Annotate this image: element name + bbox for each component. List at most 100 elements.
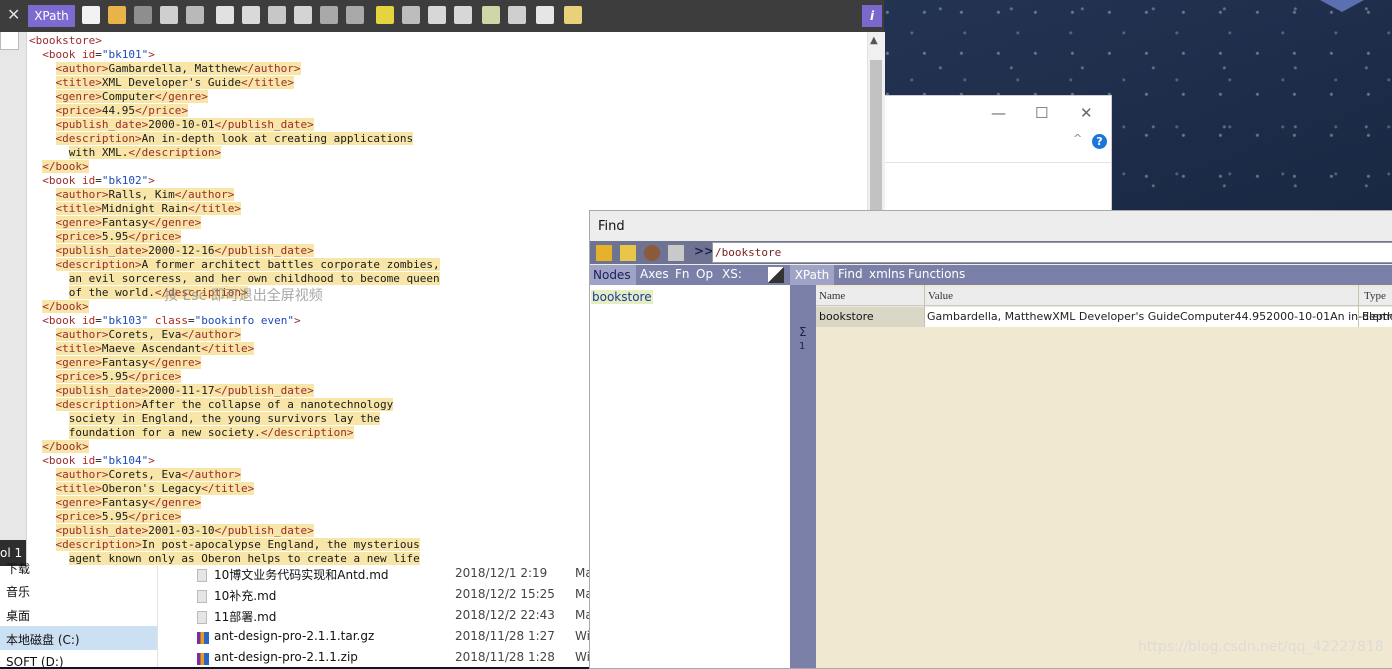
edit-icon[interactable] (564, 6, 582, 24)
code-line[interactable]: an evil sorceress, and her own childhood… (29, 272, 440, 286)
help-icon[interactable]: ? (1092, 134, 1107, 149)
scroll-thumb[interactable] (870, 60, 882, 220)
code-line[interactable]: <book id="bk101"> (29, 48, 155, 62)
code-line[interactable]: <price>5.95</price> (29, 510, 182, 524)
code-line[interactable]: <publish_date>2000-10-01</publish_date> (29, 118, 314, 132)
code-line[interactable]: <author>Gambardella, Matthew</author> (29, 62, 301, 76)
outdent-icon[interactable] (428, 6, 446, 24)
code-line[interactable]: </book> (29, 440, 89, 454)
code-line[interactable]: <book id="bk104"> (29, 454, 155, 468)
file-name[interactable]: ant-design-pro-2.1.1.zip (214, 650, 358, 664)
format-icon[interactable] (482, 6, 500, 24)
tab-axes[interactable]: Axes (640, 267, 669, 281)
edit-icon[interactable] (768, 267, 784, 283)
file-date[interactable]: 2018/12/2 22:43 (455, 608, 555, 622)
code-line[interactable]: <bookstore> (29, 34, 102, 48)
close-icon[interactable]: ✕ (7, 5, 20, 24)
save-as-icon[interactable] (160, 6, 178, 24)
wand-icon[interactable] (596, 245, 612, 261)
code-line[interactable]: <title>Midnight Rain</title> (29, 202, 241, 216)
file-name[interactable]: 11部署.md (214, 608, 276, 625)
info-icon[interactable]: i (862, 5, 882, 27)
nav-item-local-disk-c[interactable]: 本地磁盘 (C:) (6, 631, 80, 648)
code-line[interactable]: </book> (29, 300, 89, 314)
paste-icon[interactable] (268, 6, 286, 24)
file-name[interactable]: 10补充.md (214, 587, 276, 604)
code-line[interactable]: <author>Corets, Eva</author> (29, 468, 241, 482)
copy-icon[interactable] (242, 6, 260, 24)
code-line[interactable]: <publish_date>2000-12-16</publish_date> (29, 244, 314, 258)
code-line[interactable]: <title>Maeve Ascendant</title> (29, 342, 255, 356)
nav-item-music[interactable]: 音乐 (6, 583, 30, 600)
cut-icon[interactable] (216, 6, 234, 24)
code-line[interactable]: <book id="bk103" class="bookinfo even"> (29, 314, 300, 328)
code-line[interactable]: agent known only as Oberon helps to crea… (29, 552, 420, 566)
print-icon[interactable] (186, 6, 204, 24)
maximize-icon[interactable]: ☐ (1035, 104, 1048, 122)
scroll-up-icon[interactable]: ▲ (870, 35, 878, 46)
table-row[interactable]: bookstore Gambardella, MatthewXML Develo… (816, 307, 1392, 327)
code-line[interactable]: <publish_date>2000-11-17</publish_date> (29, 384, 314, 398)
xpath-button[interactable]: XPath (28, 5, 75, 27)
search-icon[interactable] (294, 6, 312, 24)
save-icon[interactable] (134, 6, 152, 24)
code-line[interactable]: <description>A former architect battles … (29, 258, 440, 272)
list-item[interactable]: bookstore (591, 290, 653, 304)
code-line[interactable]: <description>In post-apocalypse England,… (29, 538, 420, 552)
code-line[interactable]: <price>5.95</price> (29, 370, 182, 384)
code-line[interactable]: <genre>Fantasy</genre> (29, 356, 202, 370)
file-date[interactable]: 2018/11/28 1:28 (455, 650, 555, 664)
column-name[interactable]: Name (819, 290, 845, 302)
code-line[interactable]: <book id="bk102"> (29, 174, 155, 188)
star-icon[interactable] (620, 245, 636, 261)
tab-xpath[interactable]: XPath (790, 265, 834, 285)
column-value[interactable]: Value (928, 290, 953, 302)
file-type[interactable]: Wi (575, 650, 590, 664)
file-name[interactable]: 10博文业务代码实现和Antd.md (214, 566, 389, 583)
file-date[interactable]: 2018/11/28 1:27 (455, 629, 555, 643)
nav-item-desktop[interactable]: 桌面 (6, 607, 30, 624)
code-line[interactable]: <author>Corets, Eva</author> (29, 328, 241, 342)
code-line[interactable]: with XML.</description> (29, 146, 222, 160)
list-icon[interactable] (536, 6, 554, 24)
xpath-query-input[interactable]: /bookstore (712, 242, 1392, 263)
tab-fn[interactable]: Fn (675, 267, 690, 281)
tab-xmlns[interactable]: xmlns (869, 267, 905, 281)
code-line[interactable]: </book> (29, 160, 89, 174)
tab-functions[interactable]: Functions (908, 267, 965, 281)
redo-icon[interactable] (346, 6, 364, 24)
bug-icon[interactable] (644, 245, 660, 261)
tag-icon[interactable] (668, 245, 684, 261)
file-date[interactable]: 2018/12/1 2:19 (455, 566, 547, 580)
code-line[interactable]: society in England, the young survivors … (29, 412, 381, 426)
undo-icon[interactable] (320, 6, 338, 24)
bookmark-next-icon[interactable] (402, 6, 420, 24)
tab-op[interactable]: Op (696, 267, 713, 281)
bookmark-icon[interactable] (376, 6, 394, 24)
tab-nodes[interactable]: Nodes (590, 265, 636, 285)
indent-icon[interactable] (454, 6, 472, 24)
code-line[interactable]: <title>XML Developer's Guide</title> (29, 76, 294, 90)
new-file-icon[interactable] (82, 6, 100, 24)
collapse-icon[interactable] (508, 6, 526, 24)
code-line[interactable]: <price>5.95</price> (29, 230, 182, 244)
code-line[interactable]: <author>Ralls, Kim</author> (29, 188, 235, 202)
open-folder-icon[interactable] (108, 6, 126, 24)
code-line[interactable]: <price>44.95</price> (29, 104, 188, 118)
code-line[interactable]: <title>Oberon's Legacy</title> (29, 482, 255, 496)
left-input-box[interactable] (0, 30, 19, 50)
code-line[interactable]: <genre>Fantasy</genre> (29, 216, 202, 230)
column-type[interactable]: Type (1364, 290, 1386, 302)
code-line[interactable]: <description>After the collapse of a nan… (29, 398, 394, 412)
nav-item-downloads[interactable]: 下载 (6, 560, 30, 577)
chevron-up-icon[interactable]: ^ (1073, 132, 1082, 145)
tab-find[interactable]: Find (838, 267, 863, 281)
tab-xs[interactable]: XS: (722, 267, 742, 281)
file-name[interactable]: ant-design-pro-2.1.1.tar.gz (214, 629, 374, 643)
close-icon[interactable]: ✕ (1080, 104, 1093, 122)
file-date[interactable]: 2018/12/2 15:25 (455, 587, 555, 601)
code-line[interactable]: <publish_date>2001-03-10</publish_date> (29, 524, 314, 538)
code-line[interactable]: <description>An in-depth look at creatin… (29, 132, 414, 146)
minimize-icon[interactable]: — (991, 104, 1006, 122)
file-type[interactable]: Wi (575, 629, 590, 643)
